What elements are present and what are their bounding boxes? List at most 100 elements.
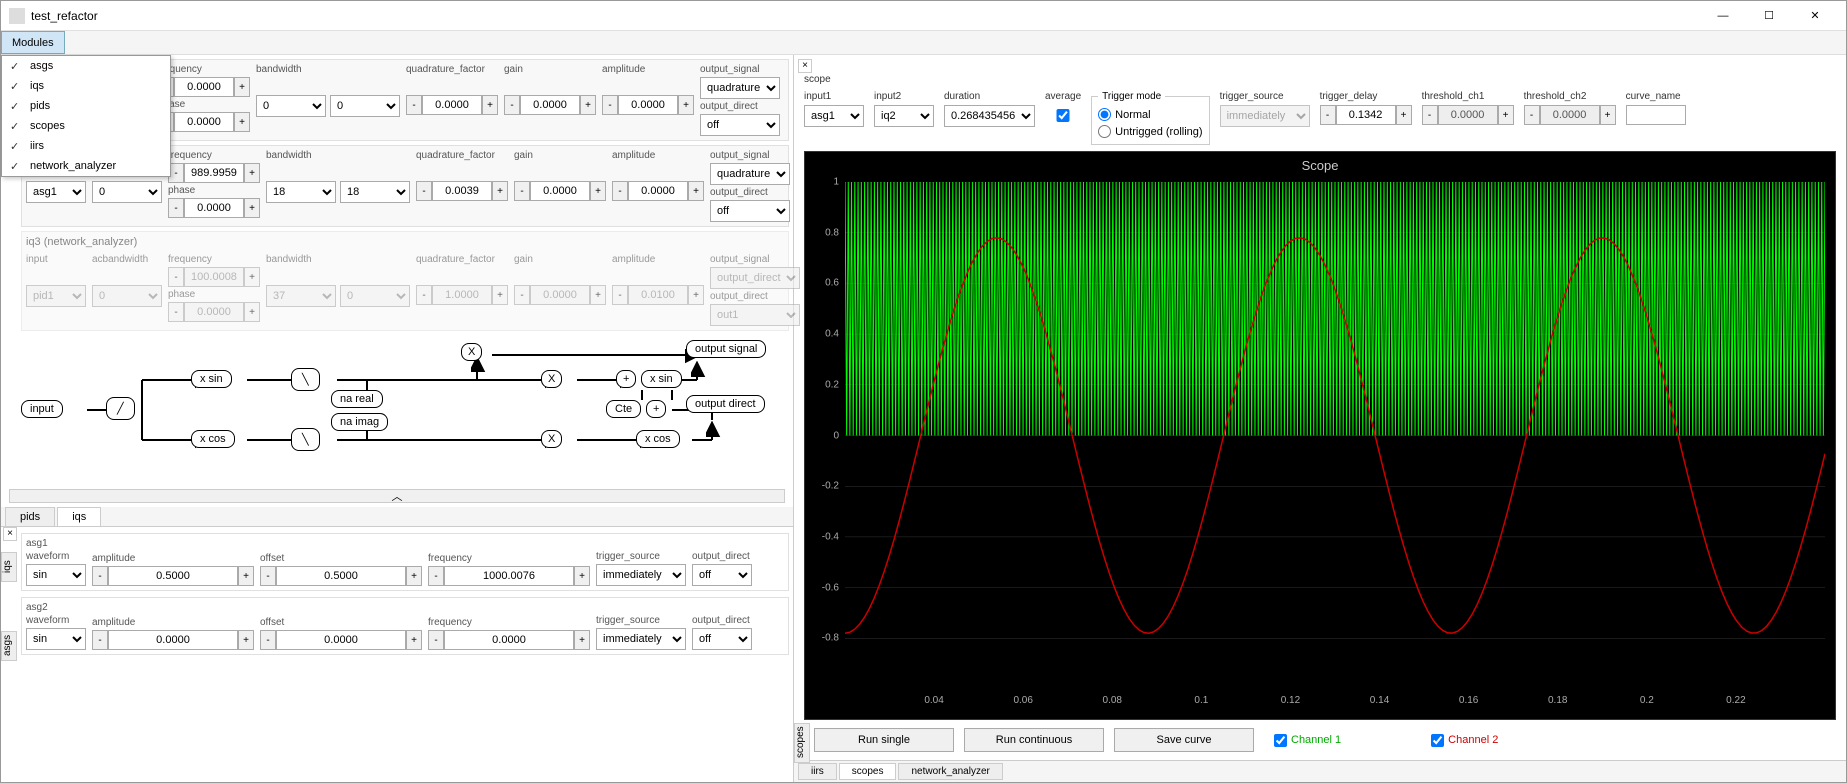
dec-button[interactable]: -: [260, 630, 276, 650]
inc-button[interactable]: +: [234, 112, 250, 132]
iq2-output-signal[interactable]: quadrature: [710, 163, 790, 185]
inc-button[interactable]: +: [574, 630, 590, 650]
asg1-frequency[interactable]: [444, 566, 574, 586]
scope-plot[interactable]: Scope -0.8-0.6-0.4-0.200.20.40.60.81 0.0…: [804, 151, 1836, 720]
dec-button[interactable]: -: [514, 181, 530, 201]
scope-curve-name[interactable]: [1626, 105, 1686, 125]
iq2-phase[interactable]: [184, 198, 244, 218]
asg1-trigger[interactable]: immediately: [596, 564, 686, 586]
scope-threshold-ch2[interactable]: [1540, 105, 1600, 125]
dec-button[interactable]: -: [416, 181, 432, 201]
iq1-gain[interactable]: [520, 95, 580, 115]
tab-pids[interactable]: pids: [5, 507, 55, 526]
radio-untrigged[interactable]: Untrigged (rolling): [1098, 123, 1202, 140]
iq1-amp[interactable]: [618, 95, 678, 115]
ch2-checkbox[interactable]: Channel 2: [1431, 734, 1498, 747]
iq2-bw1[interactable]: 18: [266, 181, 336, 203]
scope-trigger-delay[interactable]: [1336, 105, 1396, 125]
inc-button[interactable]: +: [1498, 105, 1514, 125]
dec-button[interactable]: -: [406, 95, 422, 115]
menu-item-network-analyzer[interactable]: ✓network_analyzer: [2, 156, 170, 176]
inc-button[interactable]: +: [244, 198, 260, 218]
dec-button[interactable]: -: [602, 95, 618, 115]
dec-button[interactable]: -: [92, 566, 108, 586]
close-button[interactable]: ✕: [1792, 2, 1838, 30]
dec-button[interactable]: -: [504, 95, 520, 115]
inc-button[interactable]: +: [244, 163, 260, 183]
inc-button[interactable]: +: [406, 566, 422, 586]
iq1-bw2[interactable]: 0: [330, 95, 400, 117]
asg1-offset[interactable]: [276, 566, 406, 586]
asg2-offset[interactable]: [276, 630, 406, 650]
inc-button[interactable]: +: [580, 95, 596, 115]
dec-button[interactable]: -: [1422, 105, 1438, 125]
menu-item-pids[interactable]: ✓pids: [2, 96, 170, 116]
run-single-button[interactable]: Run single: [814, 728, 954, 752]
asg2-waveform[interactable]: sin: [26, 628, 86, 650]
inc-button[interactable]: +: [482, 95, 498, 115]
ch1-checkbox[interactable]: Channel 1: [1274, 734, 1341, 747]
tab-scopes[interactable]: scopes: [839, 763, 897, 780]
run-continuous-button[interactable]: Run continuous: [964, 728, 1104, 752]
iq1-qf[interactable]: [422, 95, 482, 115]
dec-button[interactable]: -: [1524, 105, 1540, 125]
scope-duration[interactable]: 0.268435456: [944, 105, 1035, 127]
iq2-bw2[interactable]: 18: [340, 181, 410, 203]
inc-button[interactable]: +: [492, 181, 508, 201]
inc-button[interactable]: +: [234, 77, 250, 97]
scope-average-check[interactable]: [1045, 109, 1081, 122]
inc-button[interactable]: +: [1600, 105, 1616, 125]
iq2-qf[interactable]: [432, 181, 492, 201]
expand-handle[interactable]: ︿: [9, 489, 785, 503]
menu-modules[interactable]: Modules: [1, 31, 65, 54]
iq1-output-direct[interactable]: off: [700, 114, 780, 136]
menu-item-iirs[interactable]: ✓iirs: [2, 136, 170, 156]
iq1-frequency[interactable]: [174, 77, 234, 97]
menu-item-asgs[interactable]: ✓asgs: [2, 56, 170, 76]
minimize-button[interactable]: —: [1700, 2, 1746, 30]
iq1-phase[interactable]: [174, 112, 234, 132]
inc-button[interactable]: +: [688, 181, 704, 201]
inc-button[interactable]: +: [574, 566, 590, 586]
iq2-amp[interactable]: [628, 181, 688, 201]
save-curve-button[interactable]: Save curve: [1114, 728, 1254, 752]
dec-button[interactable]: -: [92, 630, 108, 650]
scope-input1[interactable]: asg1: [804, 105, 864, 127]
side-label-scopes[interactable]: scopes: [794, 723, 810, 763]
scope-trigger-source[interactable]: immediately: [1220, 105, 1310, 127]
iq2-frequency[interactable]: [184, 163, 244, 183]
asg1-waveform[interactable]: sin: [26, 564, 86, 586]
inc-button[interactable]: +: [590, 181, 606, 201]
asg1-output-direct[interactable]: off: [692, 564, 752, 586]
dock-close-scope[interactable]: ×: [798, 59, 812, 73]
asg2-output-direct[interactable]: off: [692, 628, 752, 650]
tab-iirs[interactable]: iirs: [798, 763, 837, 780]
asg1-amplitude[interactable]: [108, 566, 238, 586]
dec-button[interactable]: -: [168, 198, 184, 218]
inc-button[interactable]: +: [1396, 105, 1412, 125]
dec-button[interactable]: -: [612, 181, 628, 201]
dec-button[interactable]: -: [1320, 105, 1336, 125]
dec-button[interactable]: -: [428, 566, 444, 586]
iq2-gain[interactable]: [530, 181, 590, 201]
radio-normal[interactable]: Normal: [1098, 106, 1202, 123]
dock-close-asgs[interactable]: ×: [3, 527, 17, 541]
asg2-amplitude[interactable]: [108, 630, 238, 650]
tab-network-analyzer[interactable]: network_analyzer: [898, 763, 1002, 780]
dec-button[interactable]: -: [428, 630, 444, 650]
iq2-input[interactable]: asg1: [26, 181, 86, 203]
side-label-asgs[interactable]: asgs: [1, 631, 17, 661]
tab-iqs[interactable]: iqs: [57, 507, 101, 526]
inc-button[interactable]: +: [678, 95, 694, 115]
dec-button[interactable]: -: [260, 566, 276, 586]
scope-threshold-ch1[interactable]: [1438, 105, 1498, 125]
iq1-output-signal[interactable]: quadrature: [700, 77, 780, 99]
iq1-bw1[interactable]: 0: [256, 95, 326, 117]
inc-button[interactable]: +: [238, 630, 254, 650]
inc-button[interactable]: +: [238, 566, 254, 586]
maximize-button[interactable]: ☐: [1746, 2, 1792, 30]
menu-item-iqs[interactable]: ✓iqs: [2, 76, 170, 96]
asg2-frequency[interactable]: [444, 630, 574, 650]
menu-item-scopes[interactable]: ✓scopes: [2, 116, 170, 136]
inc-button[interactable]: +: [406, 630, 422, 650]
